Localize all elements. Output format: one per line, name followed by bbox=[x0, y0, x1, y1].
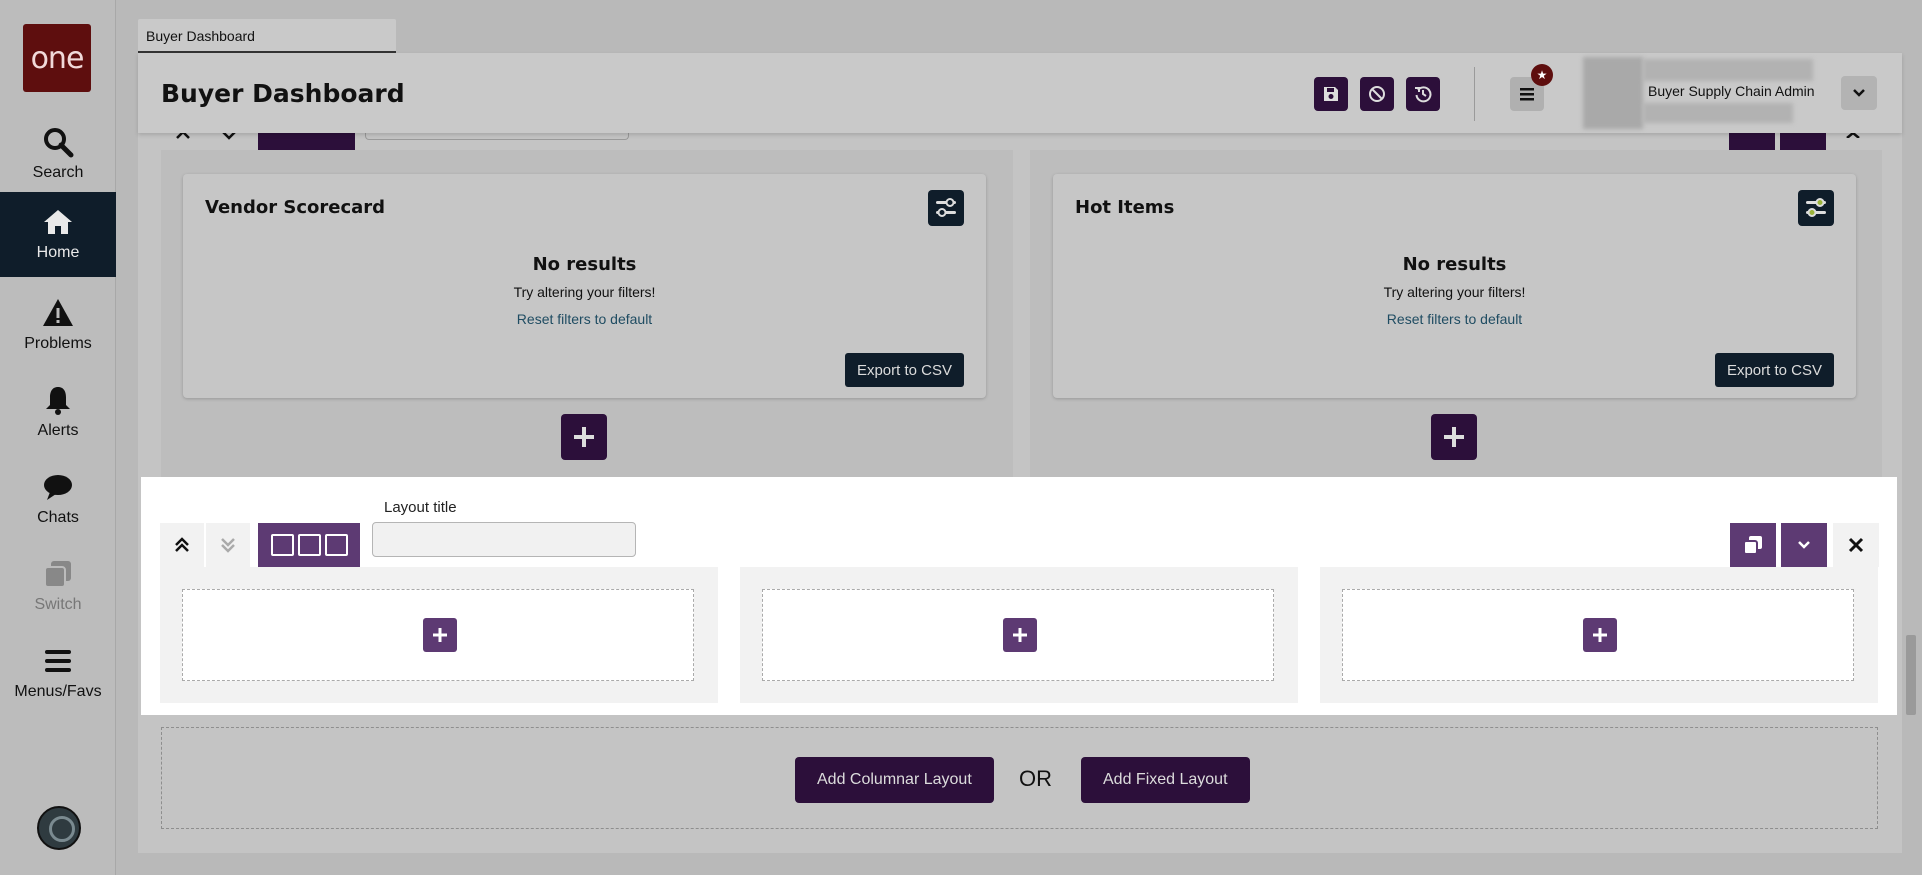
layout-title-input[interactable] bbox=[372, 522, 636, 557]
layout-column-1 bbox=[160, 567, 718, 703]
plus-icon bbox=[574, 427, 594, 447]
export-csv-button[interactable]: Export to CSV bbox=[844, 353, 964, 387]
add-columnar-layout-button[interactable]: Add Columnar Layout bbox=[795, 757, 994, 803]
save-button[interactable] bbox=[1314, 77, 1348, 111]
column-box-icon bbox=[324, 534, 348, 556]
double-chevron-down-icon bbox=[221, 538, 235, 553]
nav-item-label: Chats bbox=[37, 509, 79, 526]
add-layout-zone: Add Columnar Layout OR Add Fixed Layout bbox=[161, 727, 1878, 829]
switch-icon bbox=[44, 561, 71, 588]
add-fixed-layout-button[interactable]: Add Fixed Layout bbox=[1081, 757, 1250, 803]
filter-button[interactable] bbox=[1798, 190, 1834, 226]
warning-icon bbox=[43, 299, 73, 326]
widget-drop-zone[interactable] bbox=[182, 589, 694, 681]
widget-drop-zone[interactable] bbox=[762, 589, 1274, 681]
widget-hot-items: Hot Items No results Try altering your f… bbox=[1053, 174, 1856, 398]
cancel-button[interactable] bbox=[1360, 77, 1394, 111]
page-title: Buyer Dashboard bbox=[161, 79, 405, 108]
nav-item-label: Home bbox=[36, 244, 80, 261]
nav-item-search[interactable]: Search bbox=[0, 112, 116, 196]
copy-row-button[interactable] bbox=[1730, 523, 1776, 567]
bell-icon bbox=[46, 387, 70, 415]
app-logo[interactable]: one bbox=[23, 24, 91, 92]
close-icon bbox=[1848, 537, 1864, 553]
history-button[interactable] bbox=[1406, 77, 1440, 111]
move-row-down-button[interactable] bbox=[206, 523, 250, 567]
no-results-text: No results bbox=[1402, 254, 1507, 275]
export-csv-button[interactable]: Export to CSV bbox=[1714, 353, 1834, 387]
save-icon bbox=[1324, 87, 1338, 101]
widget-vendor-scorecard: Vendor Scorecard No results Try altering… bbox=[183, 174, 986, 398]
copy-icon bbox=[1743, 536, 1762, 555]
chat-icon bbox=[44, 475, 72, 500]
filter-button[interactable] bbox=[928, 190, 964, 226]
layout-column-3 bbox=[1320, 567, 1878, 703]
list-icon bbox=[1520, 88, 1534, 101]
reset-filters-link[interactable]: Reset filters to default bbox=[183, 311, 986, 327]
layout-title-label: Layout title bbox=[384, 499, 457, 516]
hamburger-icon bbox=[45, 650, 71, 672]
widget-drop-zone[interactable] bbox=[1342, 589, 1854, 681]
home-icon bbox=[44, 210, 72, 234]
nav-item-label: Switch bbox=[34, 596, 82, 613]
row-options-button[interactable] bbox=[1781, 523, 1827, 567]
remove-row-button[interactable] bbox=[1833, 523, 1879, 567]
plus-icon bbox=[433, 628, 447, 642]
reset-filters-link[interactable]: Reset filters to default bbox=[1053, 311, 1856, 327]
search-icon bbox=[44, 128, 74, 158]
star-badge-icon: ★ bbox=[1531, 64, 1553, 86]
cancel-icon bbox=[1369, 86, 1385, 102]
page-header: Buyer Dashboard ★ Buyer Supply Chain Adm… bbox=[138, 53, 1902, 133]
plus-icon bbox=[1013, 628, 1027, 642]
plus-icon bbox=[1444, 427, 1464, 447]
nav-item-label: Search bbox=[32, 164, 84, 181]
layout-column-2 bbox=[740, 567, 1298, 703]
add-widget-button[interactable] bbox=[1583, 618, 1617, 652]
hint-text: Try altering your filters! bbox=[513, 284, 656, 300]
user-org-blurred bbox=[1643, 103, 1793, 123]
nav-item-label: Problems bbox=[24, 335, 92, 352]
column-box-icon bbox=[270, 534, 294, 556]
add-widget-button[interactable] bbox=[1003, 618, 1037, 652]
nav-item-switch: Switch bbox=[0, 544, 116, 628]
nav-item-alerts[interactable]: Alerts bbox=[0, 370, 116, 454]
double-chevron-up-icon bbox=[175, 537, 189, 552]
user-avatar-blurred bbox=[1583, 57, 1643, 129]
add-widget-button[interactable] bbox=[423, 618, 457, 652]
nav-item-problems[interactable]: Problems bbox=[0, 283, 116, 367]
widget-title: Hot Items bbox=[1075, 197, 1175, 218]
page-scrollbar[interactable] bbox=[1906, 635, 1916, 715]
no-results-text: No results bbox=[532, 254, 637, 275]
header-divider bbox=[1474, 67, 1475, 121]
nav-item-menus-favs[interactable]: Menus/Favs bbox=[0, 631, 116, 715]
move-row-up-button[interactable] bbox=[160, 523, 204, 567]
sidebar-nav: one Search Home Problems Alerts Chats Sw… bbox=[0, 0, 116, 875]
plus-icon bbox=[1593, 628, 1607, 642]
add-widget-button[interactable] bbox=[561, 414, 607, 460]
column-layout-picker[interactable] bbox=[258, 523, 360, 567]
hint-text: Try altering your filters! bbox=[1383, 284, 1526, 300]
column-box-icon bbox=[297, 534, 321, 556]
or-separator: OR bbox=[1019, 766, 1052, 791]
nav-item-label: Alerts bbox=[37, 422, 79, 439]
chevron-down-icon bbox=[1853, 89, 1865, 97]
user-menu-dropdown[interactable] bbox=[1841, 76, 1877, 110]
user-role: Buyer Supply Chain Admin bbox=[1648, 83, 1815, 99]
active-layout-row: Layout title bbox=[141, 477, 1897, 715]
sliders-icon bbox=[936, 198, 956, 217]
history-icon bbox=[1415, 86, 1432, 103]
user-name-blurred bbox=[1643, 59, 1813, 81]
tab-buyer-dashboard[interactable]: Buyer Dashboard bbox=[138, 19, 396, 53]
nav-item-home[interactable]: Home bbox=[0, 192, 116, 277]
widget-title: Vendor Scorecard bbox=[205, 197, 386, 218]
sliders-icon bbox=[1806, 198, 1826, 217]
add-widget-button[interactable] bbox=[1431, 414, 1477, 460]
user-avatar[interactable] bbox=[37, 806, 81, 850]
nav-item-label: Menus/Favs bbox=[14, 683, 102, 700]
chevron-down-icon bbox=[1798, 541, 1810, 549]
nav-item-chats[interactable]: Chats bbox=[0, 457, 116, 541]
